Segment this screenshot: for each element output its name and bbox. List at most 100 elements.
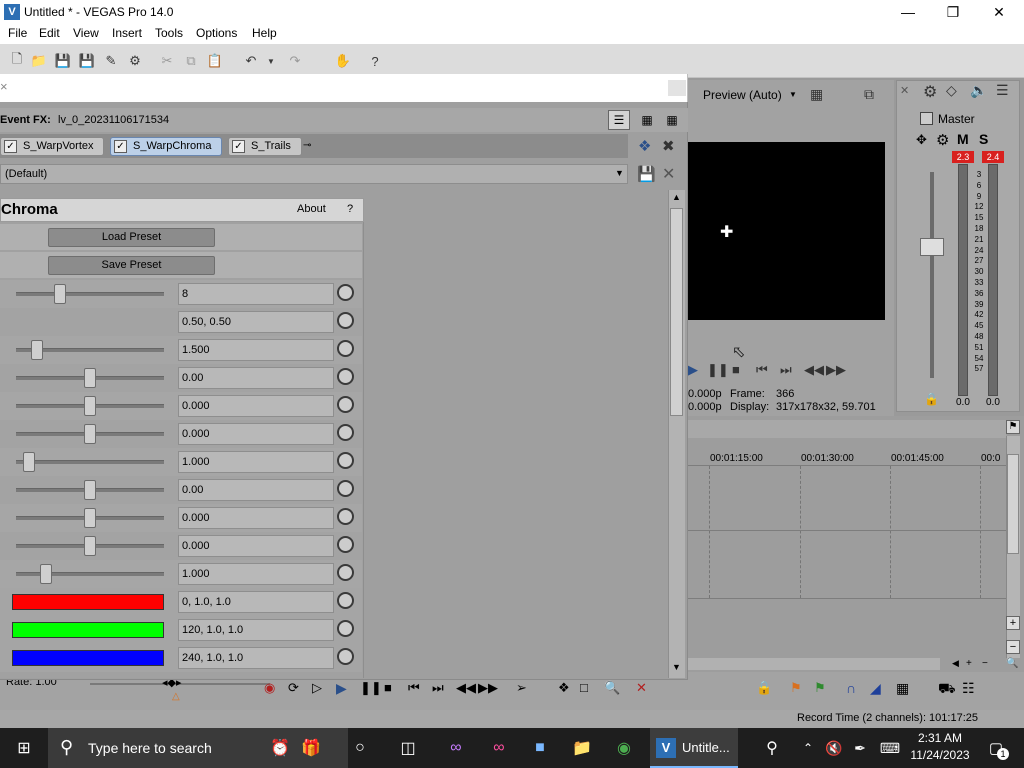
file-explorer-icon[interactable]: 📁 xyxy=(570,736,594,760)
paste-icon[interactable]: 📋 xyxy=(206,52,224,70)
timeline-horizontal-scrollbar[interactable] xyxy=(688,658,940,670)
volume-muted-icon[interactable]: 🔇 xyxy=(822,736,846,760)
pen-icon[interactable]: ✒ xyxy=(848,736,872,760)
menu-edit[interactable]: Edit xyxy=(39,26,60,40)
render-icon[interactable]: ✎ xyxy=(102,52,120,70)
next-frame-icon[interactable]: ▶▶ xyxy=(478,680,498,696)
delete-icon[interactable]: ✕ xyxy=(636,680,647,696)
auto-crossfade-icon[interactable]: ◢ xyxy=(870,680,881,697)
menu-insert[interactable]: Insert xyxy=(112,26,142,40)
lock-icon[interactable]: 🔒 xyxy=(924,392,939,406)
animate-keyframe-clock-icon[interactable] xyxy=(337,340,354,357)
animate-keyframe-clock-icon[interactable] xyxy=(337,452,354,469)
fx-close-left-icon[interactable]: × xyxy=(0,79,8,94)
save-preset-button[interactable]: Save Preset xyxy=(48,256,215,275)
pan-move-icon[interactable]: ✥ xyxy=(916,132,927,148)
lock-envelopes-icon[interactable]: ⛟ xyxy=(938,680,956,699)
insert-marker-icon[interactable]: ⚑ xyxy=(790,680,802,696)
zoom-in-icon[interactable]: + xyxy=(1006,616,1020,630)
animate-keyframe-clock-icon[interactable] xyxy=(337,368,354,385)
chevron-down-icon[interactable]: ▼ xyxy=(615,168,624,178)
peak-right[interactable]: 2.4 xyxy=(982,151,1004,163)
solo-button[interactable]: S xyxy=(979,131,988,147)
zoom-tool-icon[interactable]: 🔍 xyxy=(604,680,620,696)
parameter-value-field[interactable]: 0.000 xyxy=(178,535,334,557)
enabled-checkbox[interactable]: ✓ xyxy=(232,140,245,153)
play-icon[interactable]: ▶ xyxy=(688,362,698,378)
prev-frame-icon[interactable]: ⏮ xyxy=(756,362,768,378)
parameter-slider-thumb[interactable] xyxy=(84,368,96,388)
stop-icon[interactable]: ■ xyxy=(384,680,392,695)
parameter-value-field[interactable]: 0.000 xyxy=(178,507,334,529)
stop-icon[interactable]: ■ xyxy=(732,362,740,377)
pause-icon[interactable]: ❚❚ xyxy=(707,362,729,378)
animate-keyframe-clock-icon[interactable] xyxy=(337,508,354,525)
color-swatch[interactable] xyxy=(12,650,164,666)
fx-close-button[interactable] xyxy=(668,80,686,96)
parameter-slider[interactable] xyxy=(16,460,164,464)
about-button[interactable]: About xyxy=(297,203,326,215)
fx-list-view-icon[interactable]: ☰ xyxy=(608,110,630,130)
properties-gear-icon[interactable]: ⚙ xyxy=(126,52,144,70)
help-button[interactable]: ? xyxy=(347,203,353,215)
virtualbox-icon[interactable]: ■ xyxy=(528,736,552,760)
parameter-slider[interactable] xyxy=(16,572,164,576)
play-icon[interactable]: ▶ xyxy=(336,680,347,697)
copy-icon[interactable]: ⧉ xyxy=(182,52,200,70)
save-preset-icon[interactable]: 💾 xyxy=(637,165,656,183)
record-icon[interactable]: ◉ xyxy=(264,680,275,696)
enabled-checkbox[interactable]: ✓ xyxy=(4,140,17,153)
keyboard-icon[interactable]: ⌨ xyxy=(878,736,902,760)
marker-flag-icon[interactable]: ⚑ xyxy=(1006,420,1020,434)
envelope-tool-icon[interactable]: ❖ xyxy=(558,680,570,696)
fx-remove-plugin-icon[interactable]: ✖ xyxy=(662,137,675,155)
peak-left[interactable]: 2.3 xyxy=(952,151,974,163)
fx-grid-view-icon[interactable]: ▦ xyxy=(661,110,683,130)
windows-start-icon[interactable]: ⊞ xyxy=(12,736,36,760)
cortana-icon[interactable]: ○ xyxy=(348,736,372,760)
animate-keyframe-clock-icon[interactable] xyxy=(337,312,354,329)
lock-icon[interactable]: 🔒 xyxy=(756,680,772,696)
parameter-slider-thumb[interactable] xyxy=(39,564,52,584)
play-from-start-icon[interactable]: ▷ xyxy=(312,680,322,696)
dim-output-icon[interactable]: 🔈 xyxy=(970,82,987,99)
zoom-h-in-icon[interactable]: + xyxy=(966,658,972,669)
copy-snapshot-icon[interactable]: ⧉ xyxy=(864,86,892,104)
parameter-slider-thumb[interactable] xyxy=(23,452,36,472)
mute-button[interactable]: M xyxy=(957,131,969,147)
save-as-icon[interactable]: 💾 xyxy=(78,52,96,70)
parameter-value-field[interactable]: 0.50, 0.50 xyxy=(178,311,334,333)
chrome-icon[interactable]: ◉ xyxy=(612,736,636,760)
menu-help[interactable]: Help xyxy=(252,26,277,40)
color-swatch[interactable] xyxy=(12,622,164,638)
whats-this-help-icon[interactable]: ? xyxy=(366,52,384,70)
parameter-slider-thumb[interactable] xyxy=(54,284,67,304)
task-view-icon[interactable]: ◫ xyxy=(396,736,420,760)
overlays-grid-icon[interactable]: ▦ xyxy=(810,86,823,103)
animate-keyframe-clock-icon[interactable] xyxy=(337,648,354,665)
clock-time[interactable]: 2:31 AM xyxy=(910,731,970,745)
enabled-checkbox[interactable]: ✓ xyxy=(114,140,127,153)
parameter-value-field[interactable]: 1.000 xyxy=(178,563,334,585)
delete-preset-icon[interactable]: ✕ xyxy=(662,164,675,184)
master-settings-gear-icon[interactable]: ⚙ xyxy=(923,82,937,102)
ripple-edit-icon[interactable]: ▦ xyxy=(896,680,909,697)
scroll-down-icon[interactable]: ▼ xyxy=(672,662,681,672)
people-icon[interactable]: ⚲ xyxy=(760,736,784,760)
redo-icon[interactable]: ↷ xyxy=(286,52,304,70)
zoom-tool-icon[interactable]: 🔍 xyxy=(1006,658,1018,669)
zoom-out-icon[interactable]: − xyxy=(1006,640,1020,654)
parameter-slider-thumb[interactable] xyxy=(84,424,96,444)
parameter-value-field[interactable]: 1.000 xyxy=(178,451,334,473)
fx-chain-tab-warpchroma[interactable]: ✓ S_WarpChroma xyxy=(110,137,222,156)
gift-icon[interactable]: 🎁 xyxy=(299,736,323,760)
normal-edit-tool-icon[interactable]: ➢ xyxy=(516,680,527,696)
prev-frame-icon[interactable]: ◀◀ xyxy=(456,680,476,696)
scroll-up-icon[interactable]: ▲ xyxy=(672,192,681,202)
preview-quality-select[interactable]: Preview (Auto) xyxy=(703,88,782,102)
close-master-icon[interactable]: ✕ xyxy=(900,84,909,97)
parameter-value-field[interactable]: 8 xyxy=(178,283,334,305)
go-to-start-icon[interactable]: ⏮ xyxy=(408,680,420,696)
downmix-icon[interactable]: ◇ xyxy=(946,82,957,99)
menu-file[interactable]: File xyxy=(8,26,27,40)
